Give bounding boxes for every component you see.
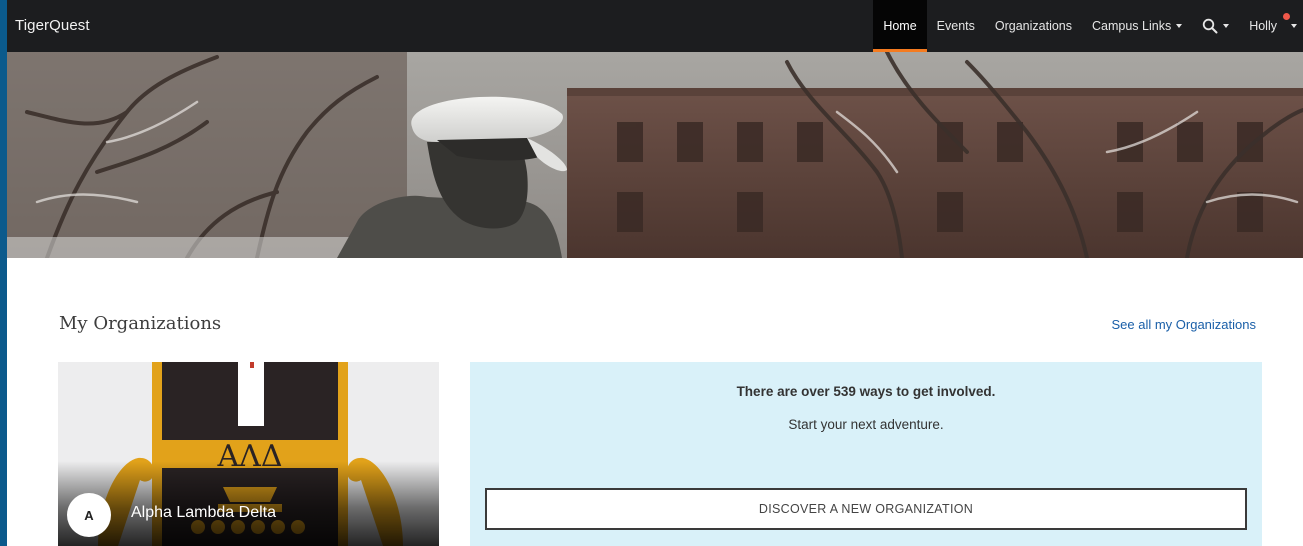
search-icon — [1203, 18, 1218, 34]
organization-avatar: A — [67, 493, 111, 537]
brand-logo-link[interactable]: TigerQuest — [15, 17, 90, 34]
top-navigation-bar: TigerQuest Home Events Organizations Cam… — [7, 0, 1303, 52]
organization-name: Alpha Lambda Delta — [131, 504, 276, 521]
app-frame: TigerQuest Home Events Organizations Cam… — [7, 0, 1303, 546]
nav-item-label: Organizations — [994, 19, 1072, 33]
chevron-down-icon — [1291, 24, 1297, 28]
nav-item-home[interactable]: Home — [873, 0, 928, 52]
nav-item-events[interactable]: Events — [927, 0, 985, 52]
nav-item-label: Home — [883, 19, 917, 33]
get-involved-subline: Start your next adventure. — [788, 417, 944, 432]
notification-dot-icon — [1283, 13, 1290, 20]
hero-banner-image — [7, 52, 1303, 258]
hero-photo-illustration — [7, 52, 1303, 258]
get-involved-panel: There are over 539 ways to get involved.… — [470, 362, 1262, 546]
nav-item-organizations[interactable]: Organizations — [985, 0, 1082, 52]
organization-card[interactable]: ΑΛΔ A Alpha Lambda Delta — [58, 362, 439, 546]
user-name: Holly — [1249, 19, 1277, 33]
chevron-down-icon — [1223, 24, 1230, 28]
discover-organization-button[interactable]: DISCOVER A NEW ORGANIZATION — [485, 488, 1247, 530]
user-menu-button[interactable]: Holly — [1239, 0, 1303, 52]
nav-links: Home Events Organizations Campus Links H — [873, 0, 1303, 52]
get-involved-headline: There are over 539 ways to get involved. — [736, 384, 996, 399]
search-toggle-button[interactable] — [1192, 0, 1239, 52]
nav-item-campus-links[interactable]: Campus Links — [1082, 0, 1192, 52]
nav-item-label: Events — [936, 19, 975, 33]
see-all-organizations-link[interactable]: See all my Organizations — [1111, 317, 1256, 332]
section-title-my-organizations: My Organizations — [59, 313, 222, 334]
nav-item-label: Campus Links — [1092, 19, 1172, 33]
chevron-down-icon — [1176, 24, 1183, 28]
